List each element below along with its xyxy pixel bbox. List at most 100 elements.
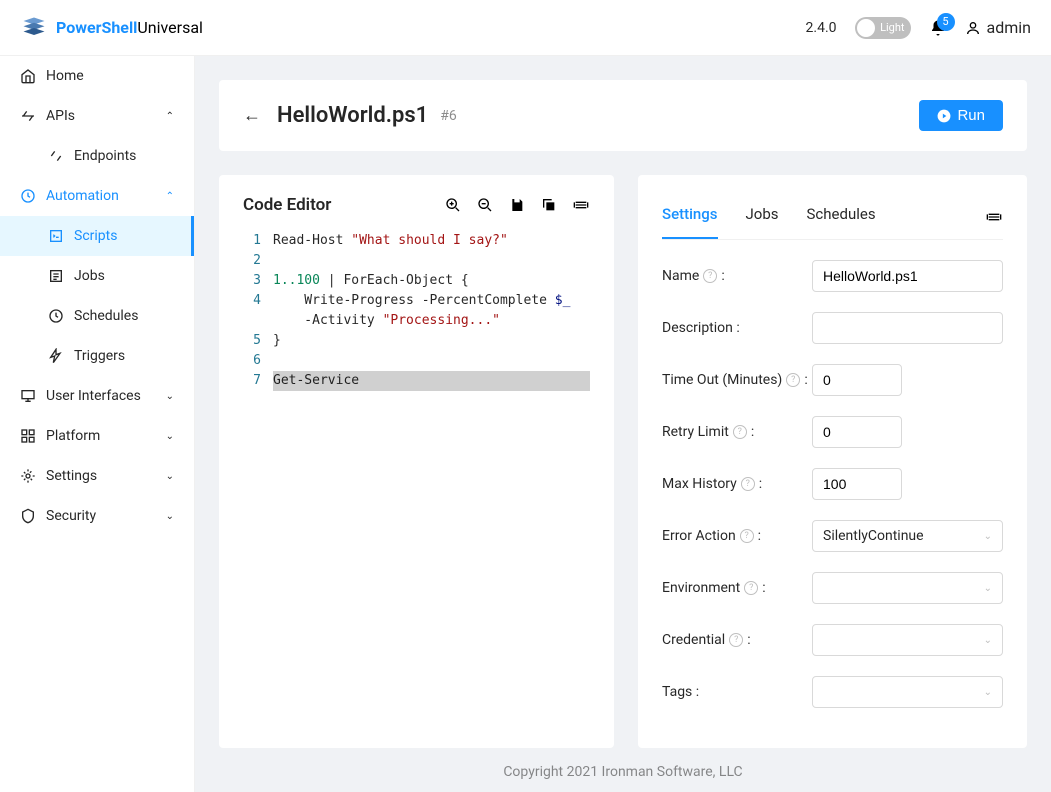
code-line: 1..100 | ForEach-Object { <box>273 271 590 291</box>
sidebar-item-label: Security <box>46 508 96 524</box>
sidebar-item-triggers[interactable]: Triggers <box>0 336 194 376</box>
automation-icon <box>20 188 36 204</box>
chevron-down-icon: ⌄ <box>984 531 992 542</box>
retry-input[interactable] <box>812 416 902 448</box>
page-header: ← HelloWorld.ps1 #6 Run <box>219 80 1027 151</box>
zoom-out-button[interactable] <box>476 196 494 214</box>
help-icon[interactable]: ? <box>703 269 717 283</box>
settings-icon <box>20 468 36 484</box>
trigger-icon <box>48 348 64 364</box>
sidebar-item-security[interactable]: Security ⌄ <box>0 496 194 536</box>
sidebar-item-label: Endpoints <box>74 148 136 164</box>
line-number: 1 <box>243 231 273 251</box>
sidebar-item-automation[interactable]: Automation ⌃ <box>0 176 194 216</box>
main-content: ← HelloWorld.ps1 #6 Run Code Editor <box>195 56 1051 792</box>
security-icon <box>20 508 36 524</box>
erroraction-label: Error Action ? : <box>662 528 812 544</box>
expand-icon <box>986 209 1002 225</box>
sidebar-item-label: User Interfaces <box>46 388 141 404</box>
version-label: 2.4.0 <box>806 20 837 36</box>
api-icon <box>20 108 36 124</box>
save-icon <box>509 197 525 213</box>
line-number: 2 <box>243 251 273 271</box>
code-line: Get-Service <box>273 371 590 391</box>
ui-icon <box>20 388 36 404</box>
sidebar-item-apis[interactable]: APIs ⌃ <box>0 96 194 136</box>
save-button[interactable] <box>508 196 526 214</box>
chevron-down-icon: ⌄ <box>984 583 992 594</box>
theme-toggle[interactable]: Light <box>855 17 911 39</box>
zoom-in-icon <box>445 197 461 213</box>
tab-jobs[interactable]: Jobs <box>746 195 779 239</box>
notifications-button[interactable]: 5 <box>929 19 947 37</box>
timeout-label: Time Out (Minutes) ? : <box>662 372 812 388</box>
sidebar-item-schedules[interactable]: Schedules <box>0 296 194 336</box>
chevron-down-icon: ⌄ <box>984 687 992 698</box>
tab-settings[interactable]: Settings <box>662 195 718 239</box>
script-icon <box>48 228 64 244</box>
name-input[interactable] <box>812 260 1003 292</box>
help-icon[interactable]: ? <box>744 581 758 595</box>
sidebar-item-user-interfaces[interactable]: User Interfaces ⌄ <box>0 376 194 416</box>
environment-select[interactable]: ⌄ <box>812 572 1003 604</box>
sidebar-item-settings[interactable]: Settings ⌄ <box>0 456 194 496</box>
sidebar-item-label: Home <box>46 68 84 84</box>
help-icon[interactable]: ? <box>786 373 800 387</box>
user-icon <box>965 20 981 36</box>
code-editor[interactable]: 1Read-Host "What should I say?" 2 31..10… <box>243 231 590 391</box>
brand-name: PowerShellUniversal <box>56 18 203 37</box>
description-label: Description : <box>662 320 812 336</box>
home-icon <box>20 68 36 84</box>
sidebar-item-label: Scripts <box>74 228 117 244</box>
app-logo-icon <box>20 14 48 42</box>
sidebar-item-endpoints[interactable]: Endpoints <box>0 136 194 176</box>
sidebar-item-platform[interactable]: Platform ⌄ <box>0 416 194 456</box>
copy-icon <box>541 197 557 213</box>
help-icon[interactable]: ? <box>741 477 755 491</box>
editor-title: Code Editor <box>243 195 331 215</box>
code-editor-panel: Code Editor 1Read-Host "What should I sa… <box>219 175 614 748</box>
script-id: #6 <box>440 108 457 124</box>
user-menu[interactable]: admin <box>965 18 1031 37</box>
maxhistory-label: Max History ? : <box>662 476 812 492</box>
code-line: Write-Progress -PercentComplete $_ <box>273 291 590 311</box>
help-icon[interactable]: ? <box>733 425 747 439</box>
description-input[interactable] <box>812 312 1003 344</box>
maxhistory-input[interactable] <box>812 468 902 500</box>
page-title: HelloWorld.ps1 <box>277 103 428 128</box>
sidebar-item-jobs[interactable]: Jobs <box>0 256 194 296</box>
brand-logo[interactable]: PowerShellUniversal <box>20 14 203 42</box>
zoom-out-icon <box>477 197 493 213</box>
run-button[interactable]: Run <box>919 100 1003 131</box>
play-icon <box>937 109 951 123</box>
line-number: 7 <box>243 371 273 391</box>
code-line <box>273 351 590 371</box>
expand-panel-button[interactable] <box>985 208 1003 226</box>
tab-schedules[interactable]: Schedules <box>807 195 876 239</box>
back-button[interactable]: ← <box>243 105 261 126</box>
help-icon[interactable]: ? <box>729 633 743 647</box>
line-number: 4 <box>243 291 273 311</box>
sidebar-item-home[interactable]: Home <box>0 56 194 96</box>
sidebar-item-label: Automation <box>46 188 119 204</box>
sidebar-item-label: Schedules <box>74 308 138 324</box>
chevron-down-icon: ⌄ <box>166 391 174 402</box>
chevron-down-icon: ⌄ <box>984 635 992 646</box>
code-line <box>273 251 590 271</box>
help-icon[interactable]: ? <box>740 529 754 543</box>
timeout-input[interactable] <box>812 364 902 396</box>
expand-button[interactable] <box>572 196 590 214</box>
credential-select[interactable]: ⌄ <box>812 624 1003 656</box>
tags-select[interactable]: ⌄ <box>812 676 1003 708</box>
sidebar-item-label: APIs <box>46 108 75 124</box>
zoom-in-button[interactable] <box>444 196 462 214</box>
chevron-down-icon: ⌄ <box>166 471 174 482</box>
copy-button[interactable] <box>540 196 558 214</box>
sidebar-item-label: Settings <box>46 468 97 484</box>
line-number <box>243 311 273 331</box>
sidebar-item-scripts[interactable]: Scripts <box>0 216 194 256</box>
erroraction-select[interactable]: SilentlyContinue⌄ <box>812 520 1003 552</box>
environment-label: Environment ? : <box>662 580 812 596</box>
chevron-up-icon: ⌃ <box>166 191 174 202</box>
user-name: admin <box>987 18 1031 37</box>
